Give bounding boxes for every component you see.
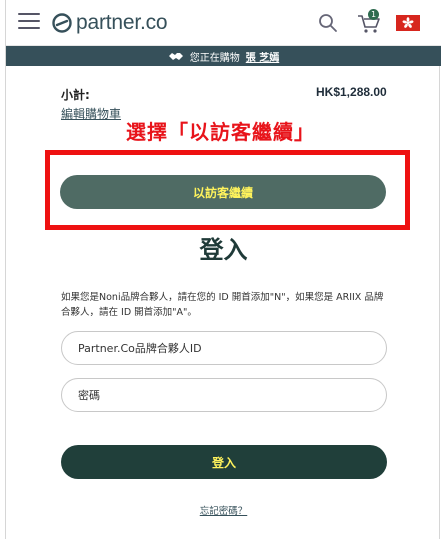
cart-count-badge: 1	[368, 9, 379, 20]
menu-icon[interactable]	[18, 13, 40, 31]
subtotal-label: 小計:	[61, 88, 90, 102]
subtotal-value: HK$1,288.00	[316, 85, 387, 99]
cart-button[interactable]: 1	[356, 9, 382, 35]
logo-mark-icon	[52, 13, 72, 33]
site-header: partner.co 1	[6, 0, 441, 46]
forgot-password-link[interactable]: 忘記密碼？	[6, 503, 441, 517]
partner-id-input[interactable]	[61, 331, 387, 365]
edit-cart-link[interactable]: 編輯購物車	[61, 105, 121, 122]
logo-text: partner.co	[76, 11, 168, 34]
handshake-icon	[168, 53, 183, 60]
shopper-name[interactable]: 張 芝嫣	[246, 49, 279, 64]
login-notice: 如果您是Noni品牌合夥人，請在您的 ID 開首添加"N"，如果您是 ARIIX…	[61, 292, 384, 318]
bauhinia-icon	[402, 17, 414, 28]
shopping-for-banner: 您正在購物 張 芝嫣	[6, 46, 441, 66]
login-button[interactable]: 登入	[61, 445, 387, 479]
password-input[interactable]	[61, 378, 387, 412]
search-icon[interactable]	[318, 13, 338, 33]
hk-flag-icon[interactable]	[396, 15, 420, 31]
continue-as-guest-button[interactable]: 以訪客繼續	[60, 175, 386, 209]
annotation-text: 選擇「以訪客繼續」	[126, 120, 315, 144]
page-frame: partner.co 1 您正在購物 張 芝嫣 小計: HK$1,288.00 …	[5, 0, 441, 539]
site-logo[interactable]: partner.co	[52, 10, 168, 36]
banner-text: 您正在購物	[189, 52, 240, 64]
login-title: 登入	[199, 236, 248, 264]
